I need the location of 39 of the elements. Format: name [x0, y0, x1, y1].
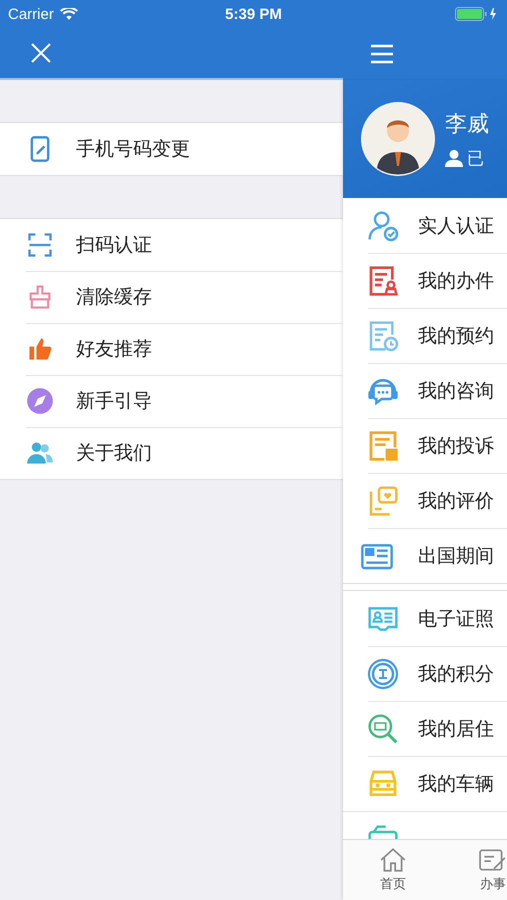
- menu-item[interactable]: 我的办件: [343, 253, 507, 308]
- menu-item[interactable]: 电子证照: [343, 591, 507, 646]
- tab-item[interactable]: 首页: [343, 840, 443, 900]
- menu-item[interactable]: 好友推荐: [0, 323, 343, 375]
- document-icon: [367, 264, 399, 296]
- heart-document-icon: [367, 484, 399, 516]
- points-icon: [367, 658, 399, 690]
- close-icon[interactable]: [29, 41, 53, 65]
- menu-item[interactable]: 我的车辆: [343, 756, 507, 811]
- menu-item[interactable]: 我的评价: [343, 473, 507, 528]
- menu-item[interactable]: 我的居住: [343, 701, 507, 756]
- carrier-label: Carrier: [8, 6, 54, 22]
- document-icon: [367, 430, 399, 462]
- user-name: 李威: [445, 110, 489, 138]
- menu-item[interactable]: 实人认证: [343, 198, 507, 253]
- clock-time: 5:39 PM: [224, 6, 283, 22]
- menu-item[interactable]: 我的预约: [343, 308, 507, 363]
- user-check-icon: [367, 210, 399, 242]
- tab-item[interactable]: 办事: [443, 840, 507, 900]
- verification-status: 已: [467, 148, 484, 170]
- menu-item[interactable]: 出国期间: [343, 528, 507, 583]
- wifi-icon: [60, 8, 78, 20]
- scan-icon: [26, 231, 54, 259]
- home-icon: [379, 847, 407, 873]
- calendar-clock-icon: [367, 320, 399, 352]
- menu-item[interactable]: 清除缓存: [0, 271, 343, 323]
- battery-icon: [455, 7, 499, 21]
- menu-item[interactable]: 我的投诉: [343, 418, 507, 473]
- menu-item[interactable]: 我的积分: [343, 646, 507, 701]
- magnifier-icon: [367, 712, 399, 744]
- menu-item[interactable]: 关于我们: [0, 427, 343, 479]
- menu-item[interactable]: 手机号码变更: [0, 123, 343, 175]
- edit-document-icon: [479, 847, 507, 873]
- menu-item[interactable]: 新手引导: [0, 375, 343, 427]
- menu-icon[interactable]: [371, 44, 393, 64]
- menu-item[interactable]: 我的咨询: [343, 363, 507, 418]
- menu-item[interactable]: 扫码认证: [0, 219, 343, 271]
- compass-icon: [26, 387, 54, 415]
- user-icon: [445, 149, 463, 167]
